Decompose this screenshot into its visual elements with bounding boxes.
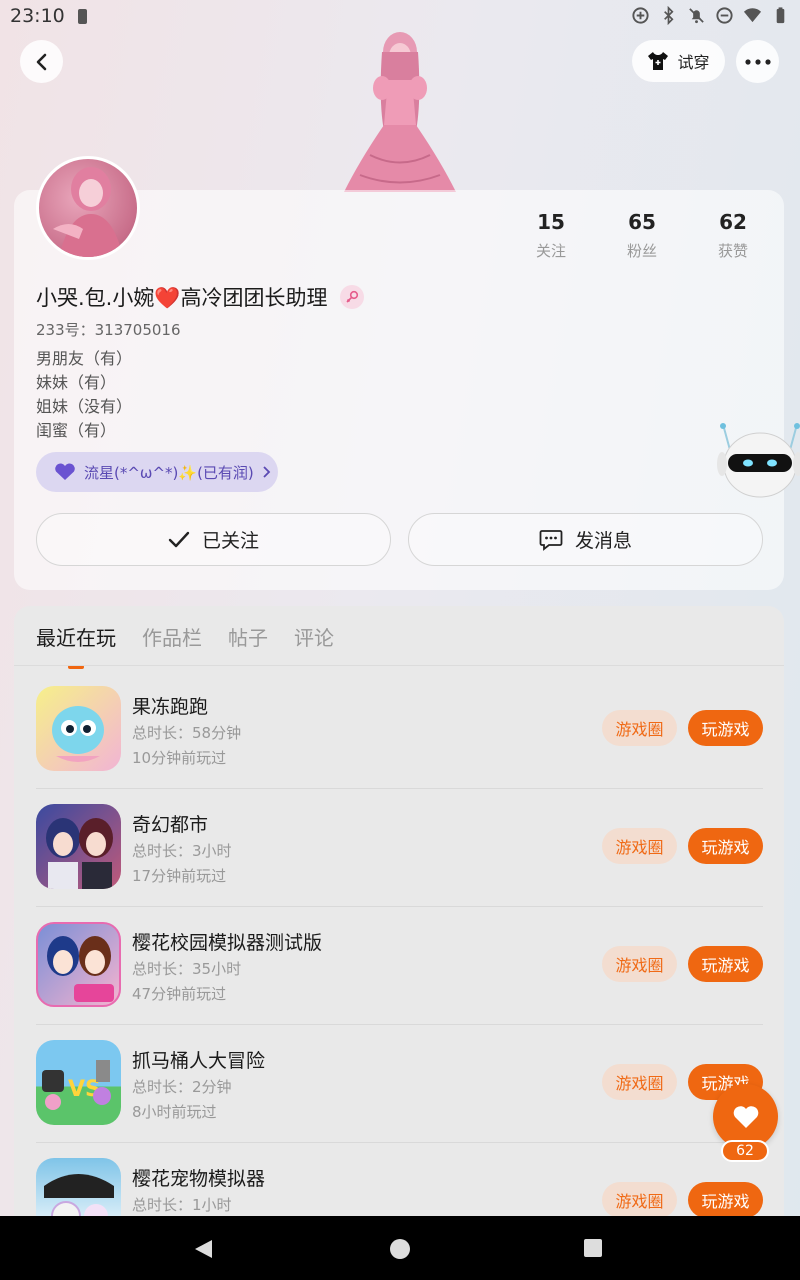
data-saver-icon	[632, 7, 649, 24]
stat-fans-value: 65	[628, 210, 656, 234]
game-title: 樱花校园模拟器测试版	[132, 932, 323, 954]
battery-saver-icon	[78, 9, 87, 24]
game-last-played: 10分钟前玩过	[132, 749, 227, 767]
game-circle-button[interactable]: 游戏圈	[602, 946, 677, 982]
try-on-label: 试穿	[677, 53, 710, 72]
status-time: 23:10	[10, 5, 65, 27]
game-duration: 总时长：2分钟	[132, 1078, 232, 1096]
stat-following-value: 15	[537, 210, 565, 234]
wifi-icon	[743, 8, 762, 23]
check-icon	[168, 531, 190, 547]
game-circle-button[interactable]: 游戏圈	[602, 1182, 677, 1218]
nav-home-icon[interactable]	[389, 1238, 411, 1260]
avatar[interactable]	[36, 156, 140, 260]
chat-bubble-icon	[539, 529, 563, 551]
tab-posts[interactable]: 帖子	[228, 622, 268, 671]
heart-icon	[733, 1105, 758, 1128]
game-icon	[36, 804, 121, 889]
stat-fans[interactable]: 65 粉丝	[602, 210, 682, 261]
status-bar: 23:10	[0, 0, 800, 34]
stat-likes[interactable]: 62 获赞	[693, 210, 773, 261]
chevron-left-icon	[36, 53, 46, 70]
stat-likes-label: 获赞	[717, 242, 748, 260]
more-options-button[interactable]	[736, 40, 779, 83]
followed-label: 已关注	[201, 530, 259, 552]
bio-line: 姐妹（没有）	[36, 397, 133, 416]
relationship-badge[interactable]: 流星(*^ω^*)✨(已有润)	[36, 452, 278, 492]
avatar-character-figure	[344, 32, 456, 192]
game-last-played: 47分钟前玩过	[132, 985, 227, 1003]
relationship-badge-text: 流星(*^ω^*)✨(已有润)	[84, 463, 254, 482]
stat-following[interactable]: 15 关注	[511, 210, 591, 261]
profile-tabs: 最近在玩 作品栏 帖子 评论	[36, 622, 334, 671]
game-circle-button[interactable]: 游戏圈	[602, 828, 677, 864]
game-title: 樱花宠物模拟器	[132, 1168, 266, 1190]
status-icons	[631, 6, 790, 25]
heart-icon	[55, 463, 75, 480]
bluetooth-icon	[664, 6, 674, 25]
play-game-button[interactable]: 玩游戏	[688, 828, 763, 864]
list-item[interactable]: 果冻跑跑 总时长：58分钟 10分钟前玩过 游戏圈 玩游戏	[36, 666, 763, 784]
chevron-right-icon	[263, 466, 271, 478]
robot-mascot-icon[interactable]	[716, 420, 800, 500]
game-icon: VS	[36, 1040, 121, 1125]
do-not-disturb-icon	[716, 7, 733, 24]
bio-line: 闺蜜（有）	[36, 421, 117, 440]
game-title: 抓马桶人大冒险	[132, 1050, 266, 1072]
stat-fans-label: 粉丝	[626, 242, 657, 260]
game-duration: 总时长：35小时	[132, 960, 242, 978]
username-text: 小哭.包.小婉❤️高冷团团长助理	[36, 286, 328, 310]
stat-following-label: 关注	[535, 242, 566, 260]
game-title: 奇幻都市	[132, 814, 209, 836]
game-circle-button[interactable]: 游戏圈	[602, 710, 677, 746]
bio-line: 男朋友（有）	[36, 349, 133, 368]
back-button[interactable]	[20, 40, 63, 83]
nav-back-icon[interactable]	[192, 1238, 214, 1260]
send-message-button[interactable]: 发消息	[408, 513, 763, 566]
game-duration: 总时长：1小时	[132, 1196, 232, 1214]
tab-recently-played[interactable]: 最近在玩	[36, 622, 116, 671]
game-duration: 总时长：58分钟	[132, 724, 242, 742]
tshirt-icon	[648, 52, 669, 70]
play-game-button[interactable]: 玩游戏	[688, 946, 763, 982]
username: 小哭.包.小婉❤️高冷团团长助理	[36, 282, 364, 312]
system-navigation-bar	[0, 1216, 800, 1280]
avatar-image	[53, 167, 123, 257]
play-game-button[interactable]: 玩游戏	[688, 710, 763, 746]
stat-likes-value: 62	[719, 210, 747, 234]
list-item[interactable]: 樱花校园模拟器测试版 总时长：35小时 47分钟前玩过 游戏圈 玩游戏	[36, 902, 763, 1020]
game-last-played: 17分钟前玩过	[132, 867, 227, 885]
bio: 男朋友（有） 妹妹（有） 姐妹（没有） 闺蜜（有）	[36, 347, 132, 443]
list-item[interactable]: 奇幻都市 总时长：3小时 17分钟前玩过 游戏圈 玩游戏	[36, 784, 763, 902]
try-on-button[interactable]: 试穿	[632, 40, 725, 82]
send-message-label: 发消息	[574, 530, 632, 552]
game-duration: 总时长：3小时	[132, 842, 232, 860]
like-count-badge: 62	[721, 1140, 769, 1162]
nav-recents-icon[interactable]	[583, 1238, 603, 1258]
game-circle-button[interactable]: 游戏圈	[602, 1064, 677, 1100]
play-game-button[interactable]: 玩游戏	[688, 1182, 763, 1218]
game-title: 果冻跑跑	[132, 696, 209, 718]
game-icon	[36, 686, 121, 771]
tab-works[interactable]: 作品栏	[142, 622, 202, 671]
bio-line: 妹妹（有）	[36, 373, 117, 392]
game-icon	[36, 922, 121, 1007]
battery-icon	[776, 7, 785, 24]
tab-comments[interactable]: 评论	[294, 622, 334, 671]
more-horizontal-icon	[744, 58, 771, 65]
user-id: 233号：313705016	[36, 321, 181, 339]
female-gender-icon	[339, 285, 364, 309]
notifications-off-icon	[689, 8, 704, 24]
game-last-played: 8小时前玩过	[132, 1103, 217, 1121]
followed-button[interactable]: 已关注	[36, 513, 391, 566]
list-item[interactable]: VS 抓马桶人大冒险 总时长：2分钟 8小时前玩过 游戏圈 玩游戏	[36, 1020, 763, 1138]
